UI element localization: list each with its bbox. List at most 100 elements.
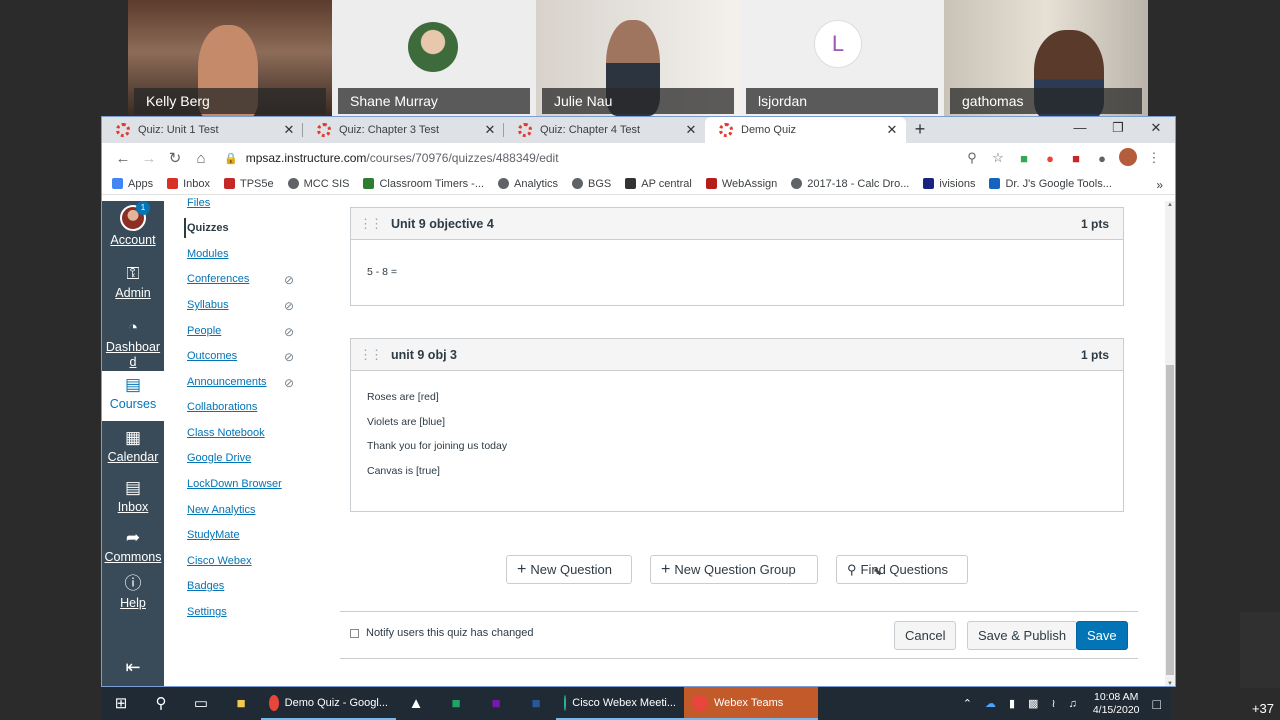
participant-tile[interactable]: L lsjordan xyxy=(740,0,944,116)
scroll-up-icon[interactable]: ▲ xyxy=(1165,202,1175,208)
minimize-icon[interactable]: — xyxy=(1061,117,1099,143)
usb-icon[interactable]: ▮ xyxy=(1009,697,1015,710)
excel-icon[interactable]: ■ xyxy=(436,687,476,720)
participant-tile[interactable]: Shane Murray xyxy=(332,0,536,116)
course-nav-collaborations[interactable]: Collaborations xyxy=(187,401,257,413)
question-header[interactable]: ⋮⋮ Unit 9 objective 4 1 pts xyxy=(351,208,1123,240)
search-icon[interactable]: ⚲ xyxy=(141,687,181,720)
bookmark-item[interactable]: BGS xyxy=(572,178,611,190)
checkbox[interactable] xyxy=(350,628,359,638)
search-icon[interactable]: ⚲ xyxy=(959,150,985,166)
course-nav-announcements[interactable]: Announcements xyxy=(187,376,267,388)
page-scrollbar[interactable]: ▲ ▼ xyxy=(1165,201,1175,686)
bookmark-item[interactable]: Analytics xyxy=(498,178,558,190)
bookmark-item[interactable]: Inbox xyxy=(167,178,210,190)
taskbar-app-chrome[interactable]: Demo Quiz - Googl... xyxy=(261,687,396,720)
windows-start-icon[interactable]: ⊞ xyxy=(101,687,141,720)
close-tab-icon[interactable]: ✕ xyxy=(884,122,900,138)
global-nav-inbox[interactable]: ▤ Inbox xyxy=(102,478,164,520)
extension-icon[interactable]: ■ xyxy=(1063,151,1089,166)
drag-handle-icon[interactable]: ⋮⋮ xyxy=(359,347,383,363)
global-nav-courses[interactable]: ▤ Courses xyxy=(102,371,164,421)
taskbar-app-webex-meetings[interactable]: Cisco Webex Meeti... xyxy=(556,687,684,720)
participant-tile[interactable]: Julie Nau xyxy=(536,0,740,116)
file-explorer-icon[interactable]: ■ xyxy=(221,687,261,720)
restore-icon[interactable]: ❐ xyxy=(1099,117,1137,143)
course-nav-cisco-webex[interactable]: Cisco Webex xyxy=(187,555,252,567)
chevron-up-icon[interactable]: ⌃ xyxy=(963,697,972,710)
course-nav-badges[interactable]: Badges xyxy=(187,580,224,592)
back-icon[interactable]: ← xyxy=(110,150,136,167)
home-icon[interactable]: ⌂ xyxy=(188,150,214,167)
bookmark-item[interactable]: MCC SIS xyxy=(287,178,349,190)
task-view-icon[interactable]: ▭ xyxy=(181,687,221,720)
course-nav-lockdown-browser[interactable]: LockDown Browser xyxy=(187,478,282,490)
global-nav-admin[interactable]: ⚿ Admin xyxy=(102,264,164,306)
course-nav-settings[interactable]: Settings xyxy=(187,606,227,618)
course-nav-syllabus[interactable]: Syllabus xyxy=(187,299,229,311)
bookmark-item[interactable]: WebAssign xyxy=(705,178,777,190)
close-window-icon[interactable]: ✕ xyxy=(1137,117,1175,143)
new-question-group-button[interactable]: + New Question Group xyxy=(650,555,818,584)
forward-icon[interactable]: → xyxy=(136,150,162,167)
participant-tile[interactable]: gathomas xyxy=(944,0,1148,116)
course-nav-google-drive[interactable]: Google Drive xyxy=(187,452,251,464)
scrollbar-thumb[interactable] xyxy=(1166,365,1174,675)
bookmark-item[interactable]: AP central xyxy=(625,178,692,190)
drag-handle-icon[interactable]: ⋮⋮ xyxy=(359,216,383,232)
bookmark-item[interactable]: TPS5e xyxy=(224,178,274,190)
find-questions-button[interactable]: ⚲ Find Questions xyxy=(836,555,968,584)
bookmark-item[interactable]: 2017-18 - Calc Dro... xyxy=(791,178,909,190)
course-nav-class-notebook[interactable]: Class Notebook xyxy=(187,427,265,439)
url-field[interactable]: 🔒 mpsaz.instructure.com/courses/70976/qu… xyxy=(224,146,959,170)
course-nav-new-analytics[interactable]: New Analytics xyxy=(187,504,255,516)
notify-users-checkbox[interactable]: Notify users this quiz has changed xyxy=(350,627,534,639)
course-nav-conferences[interactable]: Conferences xyxy=(187,273,249,285)
question-header[interactable]: ⋮⋮ unit 9 obj 3 1 pts xyxy=(351,339,1123,371)
taskbar-app-webex-teams[interactable]: Webex Teams xyxy=(684,687,818,720)
browser-tab[interactable]: Quiz: Chapter 3 Test ✕ xyxy=(303,117,504,143)
cancel-button[interactable]: Cancel xyxy=(894,621,957,650)
global-nav-dashboard[interactable]: ◔ Dashboard xyxy=(102,318,164,369)
global-nav-commons[interactable]: ➦ Commons xyxy=(102,528,164,570)
collapse-nav-icon[interactable]: ⇤ xyxy=(102,657,164,678)
browser-tab[interactable]: Quiz: Chapter 4 Test ✕ xyxy=(504,117,705,143)
app-icon[interactable]: ▲ xyxy=(396,687,436,720)
onenote-icon[interactable]: ■ xyxy=(476,687,516,720)
global-nav-account[interactable]: 1 Account xyxy=(102,201,164,253)
wifi-icon[interactable]: ≀ xyxy=(1051,697,1055,710)
extension-icon[interactable]: ■ xyxy=(1011,151,1037,166)
notifications-icon[interactable]: □ xyxy=(1153,696,1161,712)
participant-tile[interactable]: Kelly Berg xyxy=(128,0,332,116)
reload-icon[interactable]: ↻ xyxy=(162,149,188,167)
extension-icon[interactable]: ● xyxy=(1089,151,1115,166)
close-tab-icon[interactable]: ✕ xyxy=(683,122,699,138)
course-nav-people[interactable]: People xyxy=(187,325,221,337)
course-nav-quizzes[interactable]: Quizzes xyxy=(187,222,229,234)
browser-tab[interactable]: Quiz: Unit 1 Test ✕ xyxy=(102,117,303,143)
bookmark-item[interactable]: Dr. J's Google Tools... xyxy=(989,178,1112,190)
close-tab-icon[interactable]: ✕ xyxy=(482,122,498,138)
bookmark-apps[interactable]: Apps xyxy=(112,178,153,190)
more-participants-count[interactable]: +37 xyxy=(1252,701,1274,716)
bookmark-item[interactable]: Classroom Timers -... xyxy=(363,178,484,190)
onedrive-icon[interactable]: ☁ xyxy=(985,697,996,710)
course-nav-files[interactable]: Files xyxy=(187,197,210,209)
close-tab-icon[interactable]: ✕ xyxy=(281,122,297,138)
bookmark-item[interactable]: ivisions xyxy=(923,178,975,190)
browser-tab-active[interactable]: Demo Quiz ✕ xyxy=(705,117,906,143)
star-icon[interactable]: ☆ xyxy=(985,150,1011,166)
save-button[interactable]: Save xyxy=(1076,621,1128,650)
course-nav-outcomes[interactable]: Outcomes xyxy=(187,350,237,362)
battery-icon[interactable]: ▩ xyxy=(1028,697,1038,710)
new-tab-button[interactable]: + xyxy=(906,117,934,143)
course-nav-studymate[interactable]: StudyMate xyxy=(187,529,240,541)
system-clock[interactable]: 10:08 AM 4/15/2020 xyxy=(1093,691,1140,717)
global-nav-calendar[interactable]: ▦ Calendar xyxy=(102,428,164,470)
profile-avatar[interactable] xyxy=(1115,147,1141,169)
new-question-button[interactable]: + New Question xyxy=(506,555,632,584)
course-nav-modules[interactable]: Modules xyxy=(187,248,229,260)
menu-kebab-icon[interactable]: ⋮ xyxy=(1141,150,1167,166)
save-and-publish-button[interactable]: Save & Publish xyxy=(967,621,1078,650)
global-nav-help[interactable]: ⓘ Help xyxy=(102,574,164,616)
